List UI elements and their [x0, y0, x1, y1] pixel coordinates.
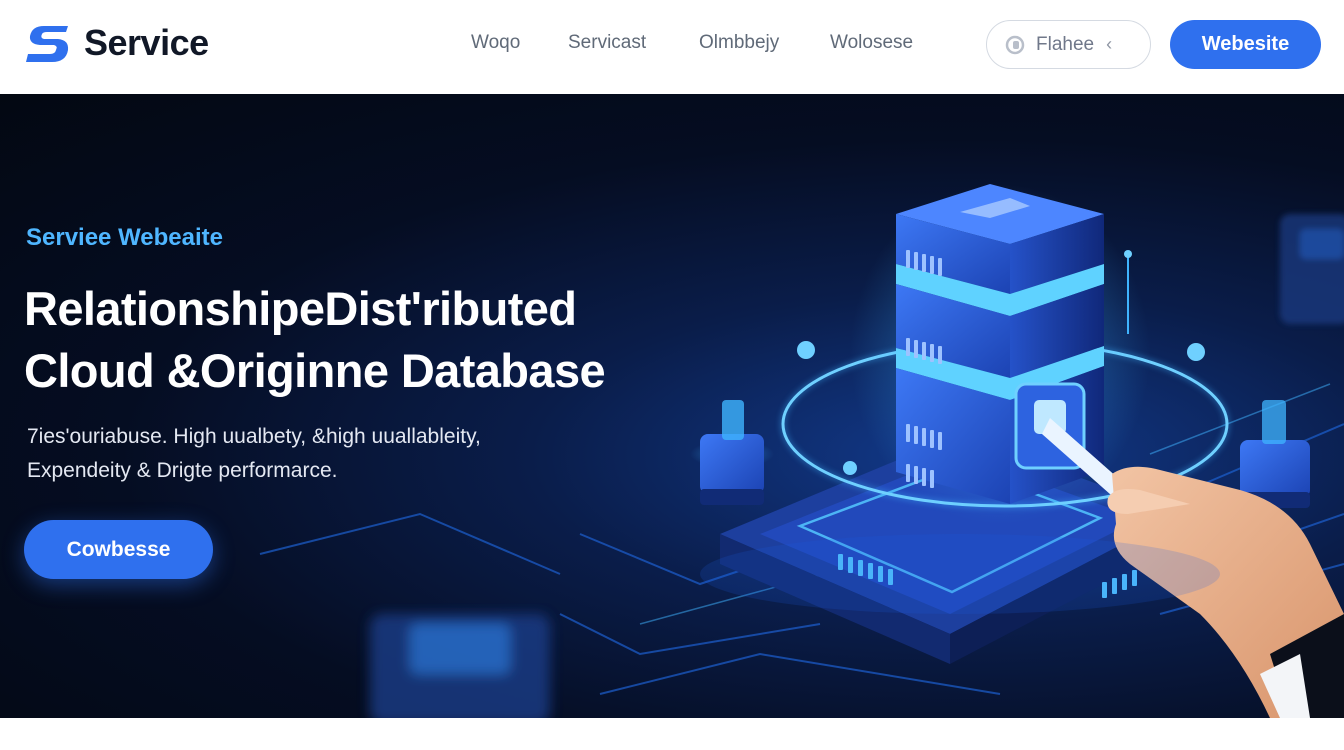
chevron-left-icon: ‹ [1106, 34, 1113, 54]
nav-link-1[interactable]: Woqo [471, 32, 520, 54]
hero-section: Serviee Webeaite RelationshipeDist'ribut… [0, 94, 1344, 718]
brand-logo[interactable]: Service [24, 20, 209, 66]
left-node [690, 400, 774, 505]
nav-link-4[interactable]: Wolosese [830, 32, 913, 54]
hero-subtitle-line-1: 7ies'ouriabuse. High uualbety, &high uua… [27, 425, 481, 448]
hero-eyebrow: Serviee Webeaite [26, 224, 224, 251]
site-header: Service Woqo Servicast Olmbbejy Wolosese… [0, 0, 1344, 94]
hero-subtitle-line-2: Expendeity & Drigte performarce. [27, 459, 338, 482]
hero-headline: RelationshipeDist'ributed Cloud &Originn… [24, 278, 714, 402]
search-pill-label: Flahee [1036, 33, 1095, 55]
hero-subtitle: 7ies'ouriabuse. High uualbety, &high uua… [27, 420, 587, 488]
page-bottom-strip [0, 718, 1344, 750]
search-pill[interactable]: Flahee ‹ [986, 20, 1151, 69]
nav-link-3[interactable]: Olmbbejy [699, 32, 779, 54]
hero-headline-line-2: Cloud &Originne Database [24, 344, 606, 397]
database-server-illustration [259, 184, 1344, 718]
nav-link-2[interactable]: Servicast [568, 32, 646, 54]
brand-name: Service [84, 22, 209, 63]
header-cta-button[interactable]: Webesite [1170, 20, 1321, 69]
s-logo-icon [26, 26, 69, 62]
search-icon [1005, 35, 1025, 54]
right-node [1240, 400, 1310, 508]
hero-cta-button[interactable]: Cowbesse [24, 520, 213, 579]
hero-headline-line-1: RelationshipeDist'ributed [24, 282, 577, 335]
